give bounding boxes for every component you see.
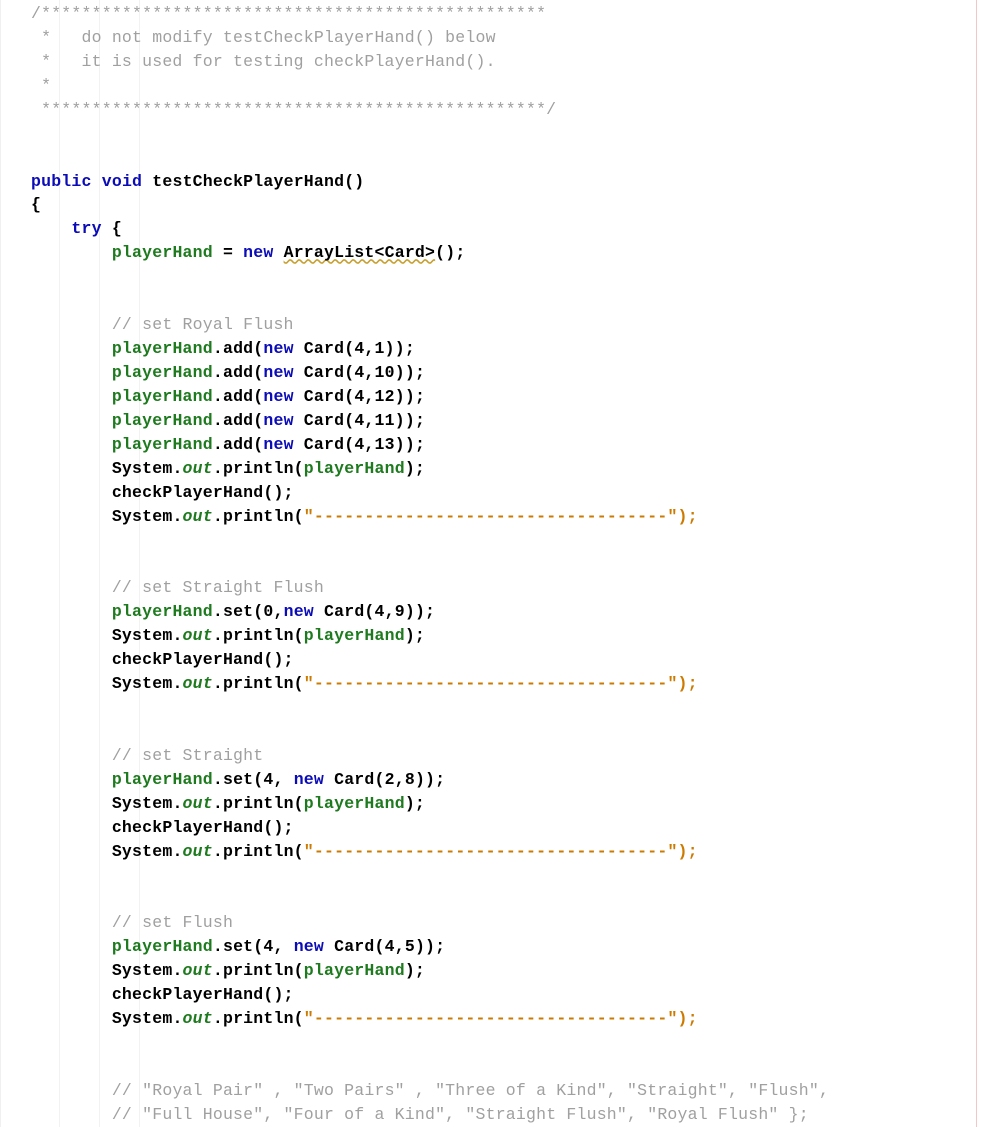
block-comment: * it is used for testing checkPlayerHand… xyxy=(31,52,496,71)
field-out: out xyxy=(183,459,213,478)
keyword-public: public xyxy=(31,172,92,191)
block-comment: /***************************************… xyxy=(31,4,546,23)
block-comment: * xyxy=(31,76,51,95)
identifier: playerHand xyxy=(112,243,213,262)
block-comment: ****************************************… xyxy=(31,100,556,119)
type-reference: ArrayList<Card> xyxy=(284,243,436,262)
code-block: /***************************************… xyxy=(31,2,1005,1127)
method-name: testCheckPlayerHand xyxy=(152,172,344,191)
line-comment: // "Royal Pair" , "Two Pairs" , "Three o… xyxy=(112,1081,829,1100)
code-editor: /***************************************… xyxy=(0,0,1005,1127)
line-comment: // "Full House", "Four of a Kind", "Stra… xyxy=(112,1105,809,1124)
keyword-try: try xyxy=(71,219,101,238)
method-call: checkPlayerHand(); xyxy=(112,483,294,502)
line-comment: // set Royal Flush xyxy=(112,315,294,334)
block-comment: * do not modify testCheckPlayerHand() be… xyxy=(31,28,496,47)
line-comment: // set Straight xyxy=(112,746,264,765)
keyword-void: void xyxy=(102,172,142,191)
line-comment: // set Flush xyxy=(112,913,233,932)
string-literal: " xyxy=(304,507,314,526)
line-comment: // set Straight Flush xyxy=(112,578,324,597)
